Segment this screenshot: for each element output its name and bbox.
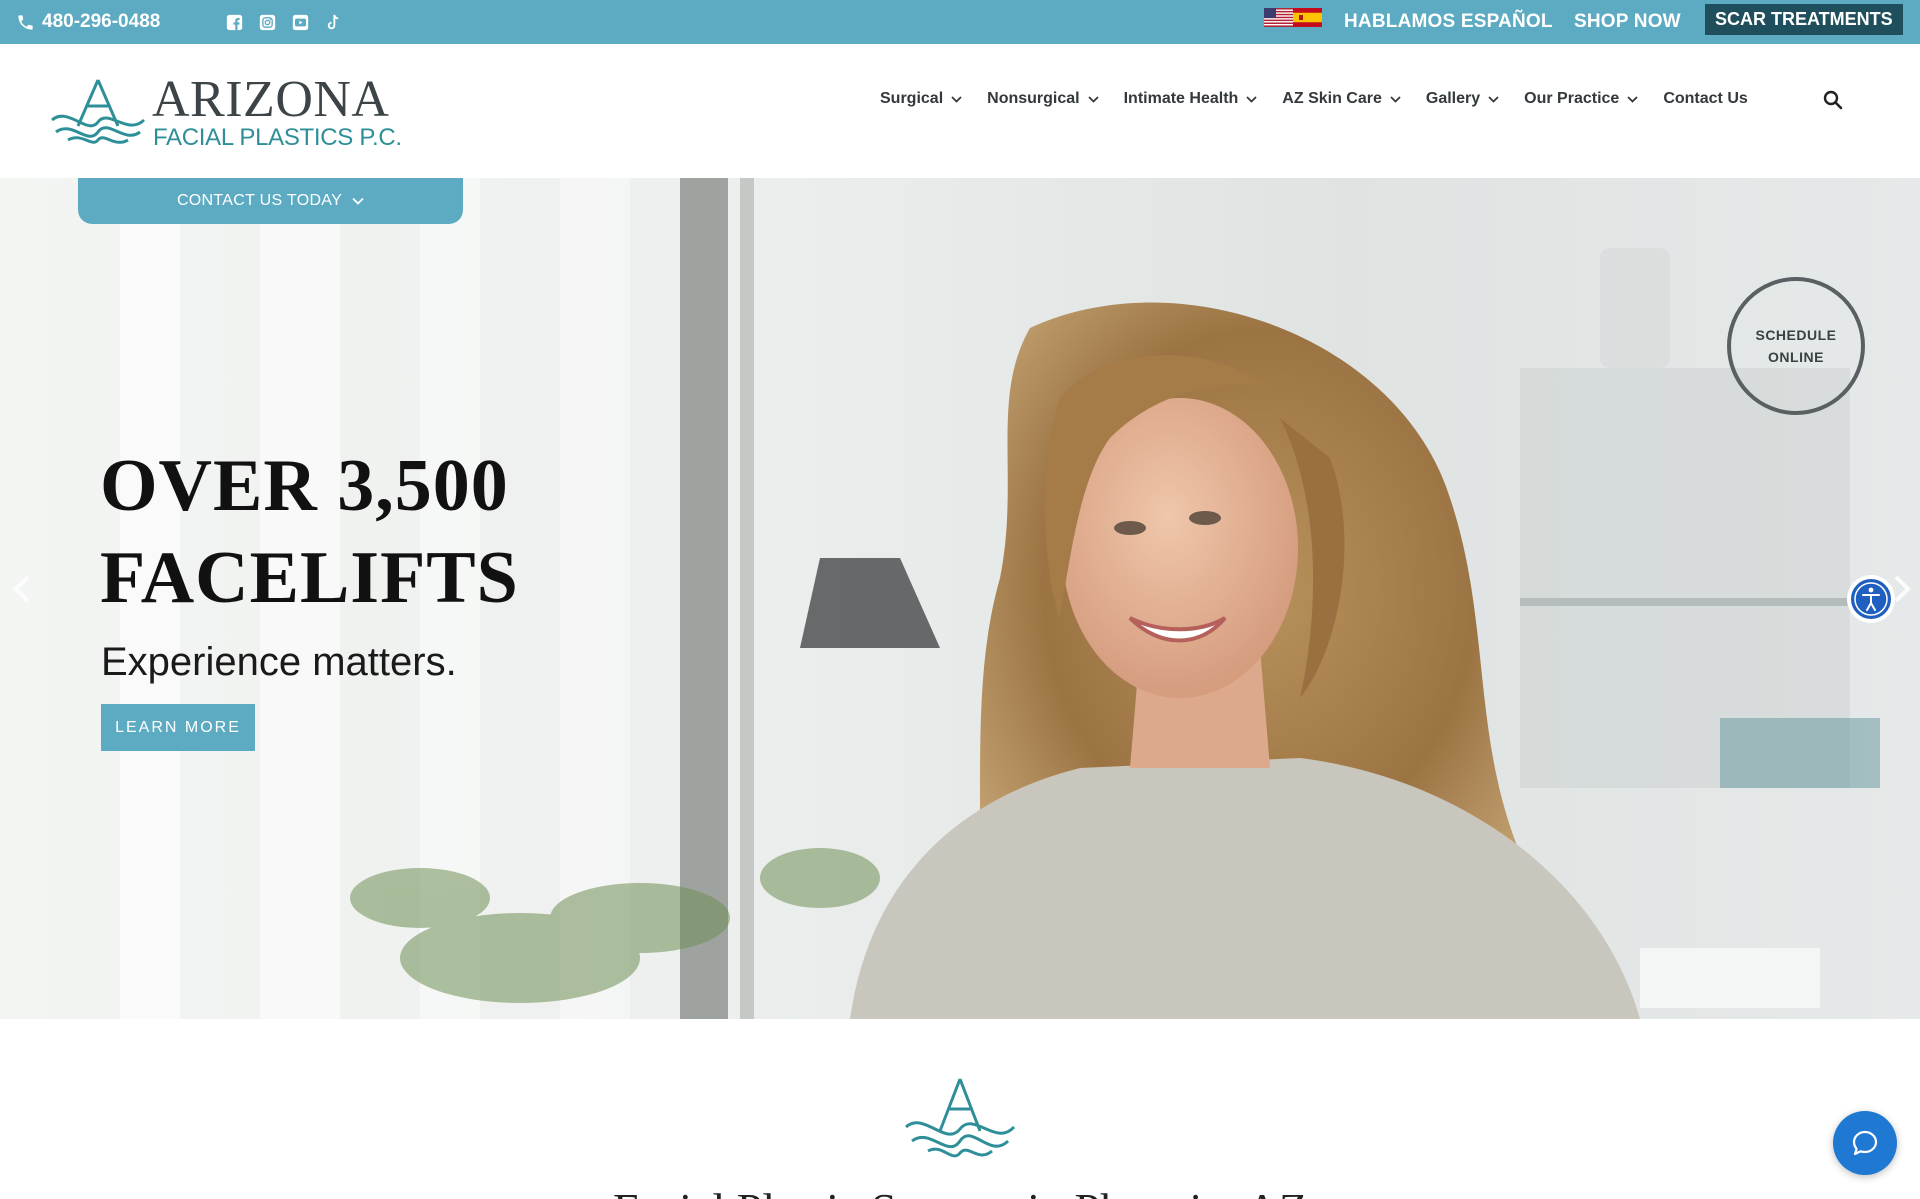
nav-item-label: Surgical: [880, 90, 944, 107]
nav-item-gallery[interactable]: Gallery: [1426, 90, 1499, 108]
shop-now-link[interactable]: SHOP NOW: [1574, 0, 1681, 44]
chat-button[interactable]: [1833, 1111, 1897, 1175]
phone-icon: [18, 14, 33, 30]
accessibility-icon: [1849, 577, 1893, 621]
hero-title: OVER 3,500 FACELIFTS: [100, 440, 700, 624]
accessibility-button[interactable]: [1847, 575, 1895, 623]
search-button[interactable]: [1821, 88, 1845, 112]
learn-more-button[interactable]: LEARN MORE: [101, 704, 255, 751]
hero-title-line: OVER 3,500: [100, 445, 509, 527]
chevron-down-icon: [1390, 94, 1401, 105]
logo-mark-icon: [905, 1078, 1016, 1158]
chevron-down-icon: [1246, 94, 1257, 105]
nav-item-az-skin-care[interactable]: AZ Skin Care: [1282, 90, 1401, 108]
nav-item-label: Our Practice: [1524, 90, 1620, 107]
main-nav: Surgical Nonsurgical Intimate Health AZ …: [880, 44, 1773, 154]
nav-item-label: AZ Skin Care: [1282, 90, 1382, 107]
chevron-down-icon: [352, 197, 364, 205]
logo-wordmark: ARIZONA: [152, 71, 390, 128]
facebook-icon[interactable]: [225, 13, 244, 32]
phone-number: 480-296-0488: [42, 11, 161, 32]
nav-item-label: Nonsurgical: [987, 90, 1080, 107]
social-links: [225, 0, 343, 44]
site-logo[interactable]: ARIZONA FACIAL PLASTICS P.C.: [48, 68, 402, 150]
top-bar: 480-296-0488 HABLAMOS ESPAÑOL SHOP NOW S…: [0, 0, 1920, 44]
instagram-icon[interactable]: [258, 13, 277, 32]
nav-item-our-practice[interactable]: Our Practice: [1524, 90, 1638, 108]
contact-tab-label: CONTACT US TODAY: [176, 192, 343, 209]
chevron-down-icon: [951, 94, 962, 105]
chevron-down-icon: [1087, 94, 1099, 105]
contact-us-today-tab[interactable]: CONTACT US TODAY: [78, 178, 463, 224]
nav-item-label: Contact Us: [1663, 90, 1748, 107]
chevron-down-icon: [1627, 94, 1638, 105]
youtube-icon[interactable]: [291, 13, 310, 32]
logo-subtitle: FACIAL PLASTICS P.C.: [153, 124, 402, 151]
nav-item-surgical[interactable]: Surgical: [880, 90, 962, 108]
phone-link[interactable]: 480-296-0488: [16, 0, 160, 44]
chat-icon: [1852, 1130, 1878, 1156]
scar-treatments-button[interactable]: SCAR TREATMENTS: [1705, 4, 1903, 35]
search-icon: [1823, 90, 1843, 110]
hero-title-line: FACELIFTS: [100, 537, 519, 619]
nav-item-nonsurgical[interactable]: Nonsurgical: [987, 90, 1099, 108]
schedule-online-button[interactable]: SCHEDULE ONLINE: [1727, 277, 1865, 415]
logo-mark-icon: [51, 79, 146, 144]
spain-flag-icon[interactable]: [1293, 8, 1322, 27]
tiktok-icon[interactable]: [324, 13, 343, 32]
slider-prev-button[interactable]: [10, 575, 34, 603]
section-title: Facial Plastic Surgery in Phoenix, AZ: [0, 1183, 1920, 1199]
nav-item-intimate-health[interactable]: Intimate Health: [1124, 90, 1258, 108]
nav-item-label: Intimate Health: [1123, 90, 1239, 107]
us-flag-icon[interactable]: [1264, 8, 1293, 27]
hero-subtitle: Experience matters.: [101, 640, 457, 684]
nav-item-contact-us[interactable]: Contact Us: [1663, 90, 1747, 108]
nav-item-label: Gallery: [1425, 90, 1481, 107]
schedule-label-line: SCHEDULE: [1755, 327, 1837, 343]
schedule-label-line: ONLINE: [1768, 349, 1824, 365]
espanol-link[interactable]: HABLAMOS ESPAÑOL: [1344, 0, 1553, 44]
language-flags: [1264, 8, 1322, 27]
chevron-down-icon: [1488, 94, 1499, 105]
chevron-left-icon: [13, 575, 30, 603]
